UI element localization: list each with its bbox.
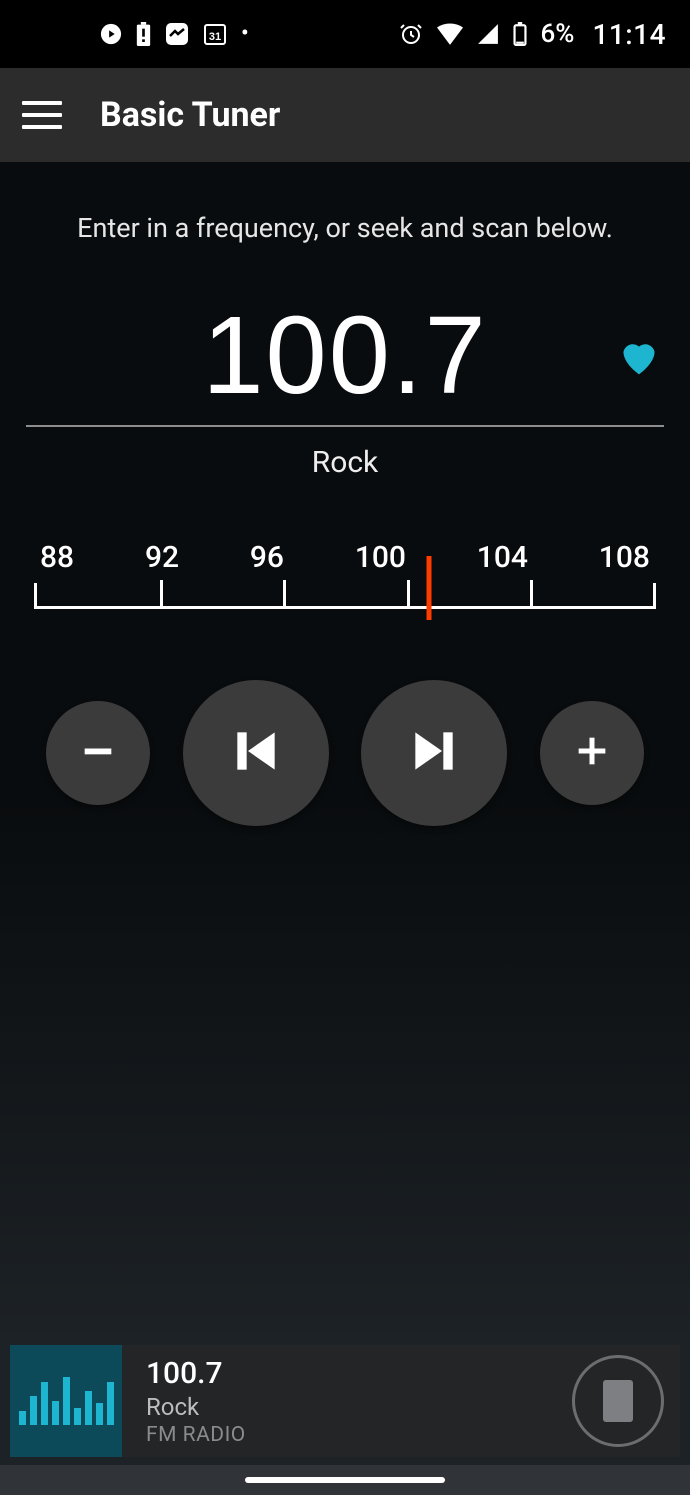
seek-next-button[interactable]: [361, 680, 507, 826]
skip-next-icon: [402, 719, 466, 787]
equalizer-icon: [19, 1377, 114, 1425]
now-playing-genre: Rock: [146, 1393, 548, 1421]
clock: 11:14: [592, 18, 666, 51]
dial-label: 108: [599, 540, 650, 575]
app-bar: Basic Tuner: [0, 68, 690, 162]
main-content: Enter in a frequency, or seek and scan b…: [0, 162, 690, 826]
calendar-icon: 31: [203, 22, 227, 46]
menu-icon[interactable]: [22, 95, 62, 135]
status-left-icons: 31 •: [100, 22, 249, 46]
frequency-dial[interactable]: 88 92 96 100 104 108: [34, 540, 656, 620]
dial-label: 100: [355, 540, 406, 575]
favorite-heart-icon[interactable]: [618, 338, 660, 380]
alarm-icon: [399, 22, 423, 46]
play-circle-icon: [100, 23, 122, 45]
dial-label: 96: [250, 540, 284, 575]
status-right-icons: 6% 11:14: [399, 18, 666, 51]
status-bar: 31 • 6% 11:14: [0, 0, 690, 68]
battery-outline-icon: [513, 22, 527, 46]
increase-button[interactable]: [540, 701, 644, 805]
skip-previous-icon: [224, 719, 288, 787]
now-playing-band: FM RADIO: [146, 1423, 548, 1447]
dial-label: 104: [477, 540, 528, 575]
minus-icon: [78, 731, 118, 775]
dial-label: 88: [40, 540, 74, 575]
more-notifications-icon: •: [241, 23, 249, 45]
dial-tick: [160, 580, 163, 606]
decrease-button[interactable]: [46, 701, 150, 805]
now-playing-frequency: 100.7: [146, 1356, 548, 1391]
dial-tick: [407, 580, 410, 606]
battery-alert-icon: [136, 22, 151, 46]
seek-previous-button[interactable]: [183, 680, 329, 826]
messenger-icon: [165, 22, 189, 46]
page-title: Basic Tuner: [100, 95, 280, 135]
dial-tick: [283, 580, 286, 606]
dial-label: 92: [145, 540, 179, 575]
now-playing-bar[interactable]: 100.7 Rock FM RADIO: [10, 1345, 680, 1457]
now-playing-text: 100.7 Rock FM RADIO: [146, 1356, 548, 1447]
system-nav-bar: [0, 1465, 690, 1495]
tuner-controls: [26, 680, 664, 826]
instruction-text: Enter in a frequency, or seek and scan b…: [26, 212, 664, 244]
cell-signal-icon: [477, 23, 499, 45]
frequency-input[interactable]: [26, 292, 664, 419]
stop-icon: [603, 1380, 633, 1422]
now-playing-art: [10, 1345, 122, 1457]
wifi-icon: [437, 23, 463, 45]
svg-text:31: 31: [209, 31, 221, 43]
plus-icon: [572, 731, 612, 775]
dial-scale: [34, 583, 656, 609]
home-indicator[interactable]: [245, 1477, 445, 1483]
stop-button[interactable]: [572, 1355, 664, 1447]
dial-needle: [426, 556, 431, 620]
battery-percent: 6%: [541, 19, 575, 49]
genre-label: Rock: [26, 445, 664, 480]
frequency-field-wrap: [26, 292, 664, 427]
dial-labels: 88 92 96 100 104 108: [34, 540, 656, 583]
dial-tick: [530, 580, 533, 606]
